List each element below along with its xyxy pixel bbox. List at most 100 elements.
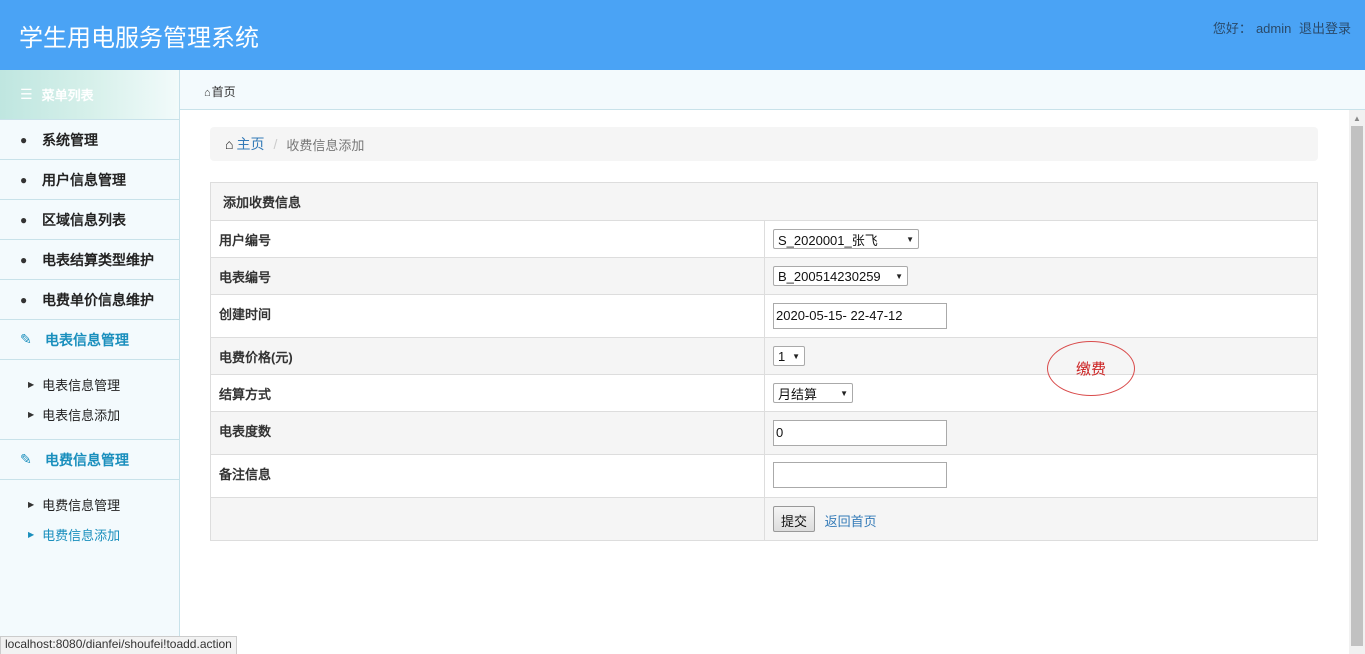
caret-right-icon: ▶ xyxy=(28,529,35,539)
user-icon: ● xyxy=(20,132,28,147)
list-icon: ☰ xyxy=(20,86,33,102)
sidebar-group-fee[interactable]: ✎ 电费信息管理 xyxy=(0,440,179,480)
remarks-input[interactable] xyxy=(773,461,947,488)
top-header: 学生用电服务管理系统 您好： admin 退出登录 xyxy=(0,0,1365,70)
user-icon: ● xyxy=(20,252,28,267)
sidebar-group-meter[interactable]: ✎ 电表信息管理 xyxy=(0,320,179,360)
dropdown-arrow-icon: ▼ xyxy=(792,351,800,361)
sidebar-item-label: 用户信息管理 xyxy=(42,171,126,188)
settlement-select[interactable]: 月结算 ▼ xyxy=(773,383,853,403)
breadcrumb-current: 收费信息添加 xyxy=(286,137,365,153)
form-row-created-time: 创建时间 2020-05-15- 22-47-12 xyxy=(210,294,1318,338)
price-select[interactable]: 1 ▼ xyxy=(773,346,805,366)
breadcrumb-home-link[interactable]: 主页 xyxy=(236,134,264,154)
actions-cell: 提交 返回首页 xyxy=(764,497,1318,541)
remarks-label: 备注信息 xyxy=(210,454,765,498)
fee-submenu: ▶ 电费信息管理 ▶ 电费信息添加 xyxy=(0,480,179,559)
caret-right-icon: ▶ xyxy=(28,409,35,419)
sidebar-subitem-meter-add[interactable]: ▶ 电表信息添加 xyxy=(0,399,179,429)
username: admin xyxy=(1255,21,1292,36)
form-row-price: 电费价格(元) 1 ▼ xyxy=(210,337,1318,375)
price-cell: 1 ▼ xyxy=(764,337,1318,375)
sidebar-subitem-meter-manage[interactable]: ▶ 电表信息管理 xyxy=(0,369,179,399)
scroll-up-icon[interactable]: ▲ xyxy=(1353,114,1361,123)
settlement-select-value: 月结算 xyxy=(778,386,818,402)
tab-bar: ⌂首页 xyxy=(180,70,1365,110)
user-id-label: 用户编号 xyxy=(210,220,765,258)
sidebar-subitem-fee-manage[interactable]: ▶ 电费信息管理 xyxy=(0,489,179,519)
user-id-select[interactable]: S_2020001_张飞 ▼ xyxy=(773,229,919,249)
form-row-settlement: 结算方式 月结算 ▼ xyxy=(210,374,1318,412)
form-row-user-id: 用户编号 S_2020001_张飞 ▼ xyxy=(210,220,1318,258)
user-icon: ● xyxy=(20,292,28,307)
sidebar-subitem-label: 电表信息管理 xyxy=(42,377,121,393)
sidebar-subitem-label: 电费信息添加 xyxy=(42,527,121,543)
sidebar-subitem-label: 电表信息添加 xyxy=(42,407,121,423)
meter-id-select[interactable]: B_200514230259 ▼ xyxy=(773,266,908,286)
price-select-value: 1 xyxy=(778,348,786,364)
menu-title: 菜单列表 xyxy=(41,88,94,103)
form-row-meter-id: 电表编号 B_200514230259 ▼ xyxy=(210,257,1318,295)
form-row-meter-reading: 电表度数 0 xyxy=(210,411,1318,455)
logout-link[interactable]: 退出登录 xyxy=(1299,21,1351,36)
tab-home[interactable]: ⌂首页 xyxy=(204,83,236,100)
status-bar-url: localhost:8080/dianfei/shoufei!toadd.act… xyxy=(0,636,237,654)
created-time-input[interactable]: 2020-05-15- 22-47-12 xyxy=(773,303,947,329)
sidebar-item-label: 电表结算类型维护 xyxy=(42,251,154,268)
sidebar-subitem-label: 电费信息管理 xyxy=(42,497,121,513)
sidebar-item-users[interactable]: ● 用户信息管理 xyxy=(0,160,179,200)
submit-button[interactable]: 提交 xyxy=(773,506,816,532)
sidebar-item-label: 电费单价信息维护 xyxy=(42,291,154,308)
created-time-cell: 2020-05-15- 22-47-12 xyxy=(764,294,1318,338)
user-box: 您好： admin 退出登录 xyxy=(1209,18,1351,37)
form-caption: 添加收费信息 xyxy=(210,182,1318,221)
form-row-actions: 提交 返回首页 xyxy=(210,497,1318,541)
created-time-label: 创建时间 xyxy=(210,294,765,338)
sidebar-group-label: 电费信息管理 xyxy=(45,451,129,468)
meter-submenu: ▶ 电表信息管理 ▶ 电表信息添加 xyxy=(0,360,179,440)
actions-empty-cell xyxy=(210,497,765,541)
form-caption-row: 添加收费信息 xyxy=(210,182,1318,221)
home-icon: ⌂ xyxy=(204,87,211,99)
user-id-select-value: S_2020001_张飞 xyxy=(778,232,878,248)
caret-right-icon: ▶ xyxy=(28,499,35,509)
dropdown-arrow-icon: ▼ xyxy=(895,271,903,281)
menu-header: ☰ 菜单列表 xyxy=(0,70,179,120)
price-label: 电费价格(元) xyxy=(210,337,765,375)
home-icon: ⌂ xyxy=(225,136,234,152)
sidebar-subitem-fee-add[interactable]: ▶ 电费信息添加 xyxy=(0,519,179,549)
sidebar-item-unit-price[interactable]: ● 电费单价信息维护 xyxy=(0,280,179,320)
add-fee-form: 添加收费信息 用户编号 S_2020001_张飞 ▼ 电表编号 B_200514… xyxy=(210,182,1318,541)
meter-id-label: 电表编号 xyxy=(210,257,765,295)
user-icon: ● xyxy=(20,172,28,187)
sidebar-item-settlement-types[interactable]: ● 电表结算类型维护 xyxy=(0,240,179,280)
back-home-link[interactable]: 返回首页 xyxy=(825,514,877,529)
meter-reading-input[interactable]: 0 xyxy=(773,420,947,446)
remarks-cell xyxy=(764,454,1318,498)
breadcrumb-separator: / xyxy=(273,136,278,152)
settlement-label: 结算方式 xyxy=(210,374,765,412)
user-id-cell: S_2020001_张飞 ▼ xyxy=(764,220,1318,258)
settlement-cell: 月结算 ▼ xyxy=(764,374,1318,412)
sidebar-item-label: 系统管理 xyxy=(42,131,98,148)
meter-reading-cell: 0 xyxy=(764,411,1318,455)
meter-id-cell: B_200514230259 ▼ xyxy=(764,257,1318,295)
edit-icon: ✎ xyxy=(20,331,32,347)
form-row-remarks: 备注信息 xyxy=(210,454,1318,498)
meter-reading-label: 电表度数 xyxy=(210,411,765,455)
breadcrumb: ⌂ 主页 / 收费信息添加 xyxy=(210,127,1318,161)
vertical-scrollbar[interactable]: ▲ xyxy=(1349,110,1365,654)
user-icon: ● xyxy=(20,212,28,227)
sidebar-item-system[interactable]: ● 系统管理 xyxy=(0,120,179,160)
sidebar: ☰ 菜单列表 ● 系统管理 ● 用户信息管理 ● 区域信息列表 ● 电表结算类型… xyxy=(0,70,180,654)
sidebar-item-regions[interactable]: ● 区域信息列表 xyxy=(0,200,179,240)
edit-icon: ✎ xyxy=(20,451,32,467)
dropdown-arrow-icon: ▼ xyxy=(906,234,914,244)
scrollbar-thumb[interactable] xyxy=(1351,126,1363,646)
caret-right-icon: ▶ xyxy=(28,379,35,389)
sidebar-group-label: 电表信息管理 xyxy=(45,331,129,348)
tab-home-label: 首页 xyxy=(211,85,236,99)
greeting-text: 您好： xyxy=(1212,21,1252,36)
dropdown-arrow-icon: ▼ xyxy=(840,388,848,398)
sidebar-item-label: 区域信息列表 xyxy=(42,211,126,228)
